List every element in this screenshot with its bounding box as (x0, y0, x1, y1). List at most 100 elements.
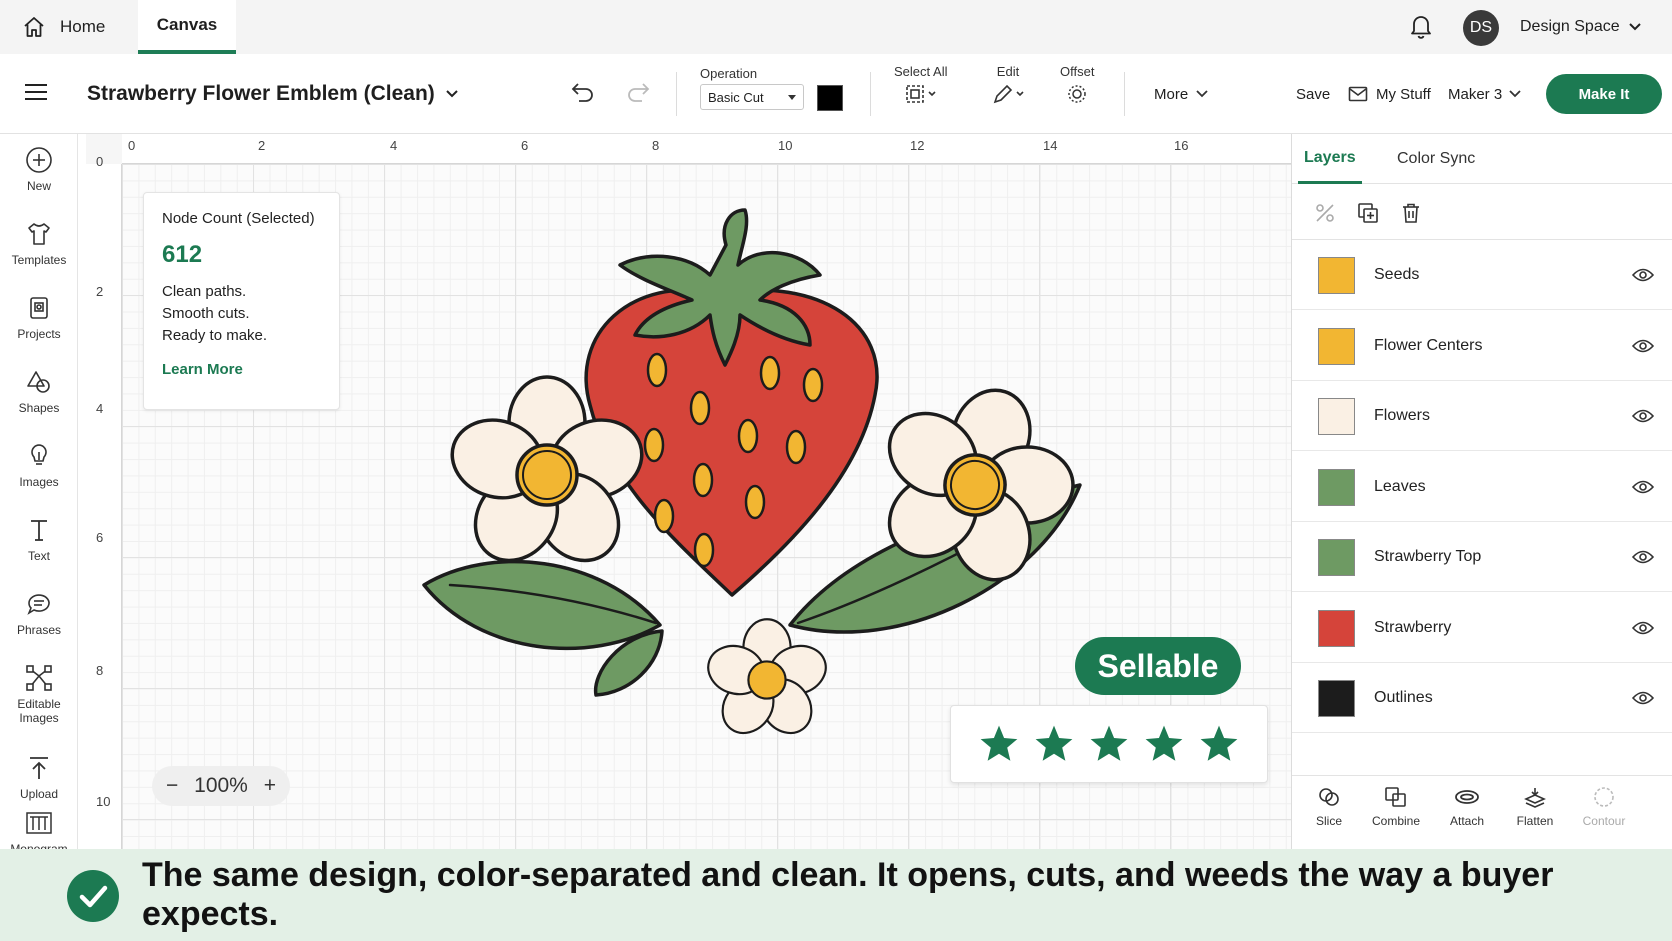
design-space-menu[interactable]: Design Space (1520, 0, 1642, 54)
rail-item-projects[interactable]: Projects (0, 294, 78, 341)
rail-label: Upload (19, 787, 59, 801)
rail-label: New (26, 179, 51, 193)
bell-icon[interactable] (1408, 12, 1434, 40)
rail-label: Images (19, 475, 59, 489)
layer-row[interactable]: Leaves (1292, 452, 1672, 522)
pen-icon (993, 84, 1024, 104)
combine-button[interactable]: Combine (1361, 786, 1431, 828)
rail-item-editable-images[interactable]: Editable Images (0, 664, 78, 725)
tab-color-sync[interactable]: Color Sync (1397, 134, 1475, 184)
redo-icon[interactable] (625, 80, 651, 104)
eye-icon[interactable] (1632, 690, 1654, 706)
avatar[interactable]: DS (1463, 10, 1499, 46)
layer-row[interactable]: Seeds (1292, 240, 1672, 310)
machine-select[interactable]: Maker 3 (1448, 54, 1521, 134)
rail-item-upload[interactable]: Upload (0, 754, 78, 801)
tab-home-label: Home (60, 17, 106, 36)
layer-color-swatch[interactable] (1318, 680, 1355, 717)
rail-item-new[interactable]: New (0, 146, 78, 193)
flatten-button[interactable]: Flatten (1500, 786, 1570, 828)
zoom-level: 100% (194, 774, 248, 797)
zoom-out-button[interactable]: − (166, 774, 178, 798)
tab-home[interactable]: Home (22, 0, 105, 54)
slice-button[interactable]: Slice (1294, 786, 1364, 828)
layer-color-swatch[interactable] (1318, 257, 1355, 294)
save-button[interactable]: Save (1296, 54, 1330, 134)
ungroup-icon[interactable] (1314, 202, 1336, 224)
undo-icon[interactable] (570, 80, 596, 104)
seed (693, 532, 715, 568)
node-count-title: Node Count (Selected) (162, 210, 315, 227)
rail-label: Phrases (16, 623, 62, 637)
lightbulb-icon (31, 444, 47, 465)
layer-name: Strawberry (1374, 618, 1452, 636)
offset-button[interactable]: Offset (1060, 64, 1094, 105)
rail-item-text[interactable]: Text (0, 516, 78, 563)
star-icon (1090, 725, 1128, 761)
layer-name: Seeds (1374, 266, 1420, 283)
layer-color-swatch[interactable] (1318, 398, 1355, 435)
layer-row[interactable]: Strawberry Top (1292, 522, 1672, 592)
ruler-label: 6 (96, 530, 104, 545)
offset-icon (1068, 85, 1086, 103)
project-title[interactable]: Strawberry Flower Emblem (Clean) (87, 54, 459, 134)
rail-item-shapes[interactable]: Shapes (0, 368, 78, 415)
chevron-down-icon (1628, 23, 1641, 31)
eye-icon[interactable] (1632, 479, 1654, 495)
select-all-button[interactable]: Select All (894, 64, 947, 105)
layer-row[interactable]: Strawberry (1292, 593, 1672, 663)
edit-label: Edit (996, 64, 1020, 79)
toolbar-divider (870, 72, 871, 116)
seed (759, 355, 781, 391)
ruler-label: 12 (910, 138, 925, 153)
rail-label: Editable Images (17, 697, 61, 725)
seed (646, 352, 668, 388)
layer-row[interactable]: Outlines (1292, 663, 1672, 733)
layer-color-swatch[interactable] (1318, 327, 1355, 365)
star-icon (1035, 725, 1073, 761)
layer-name: Strawberry Top (1374, 548, 1482, 565)
duplicate-icon[interactable] (1357, 202, 1379, 224)
ruler-top: 0 2 4 6 8 10 12 14 16 (122, 134, 1291, 164)
my-stuff-button[interactable]: My Stuff (1348, 54, 1431, 134)
rail-label: Text (27, 549, 50, 563)
ruler-label: 10 (778, 138, 793, 153)
rail-item-templates[interactable]: Templates (0, 220, 78, 267)
node-note: Smooth cuts. (162, 305, 250, 322)
eye-icon[interactable] (1632, 408, 1654, 424)
star-icon (1200, 725, 1238, 761)
learn-more-link[interactable]: Learn More (162, 361, 321, 378)
home-icon (24, 17, 44, 37)
tab-layers[interactable]: Layers (1298, 134, 1362, 184)
eye-icon[interactable] (1632, 338, 1654, 354)
zoom-in-button[interactable]: + (264, 774, 276, 798)
editable-images-icon (26, 665, 52, 691)
layer-row[interactable]: Flower Centers (1292, 311, 1672, 381)
ruler-label: 8 (96, 663, 104, 678)
eye-icon[interactable] (1632, 549, 1654, 565)
contour-button[interactable]: Contour (1569, 786, 1639, 828)
eye-icon[interactable] (1632, 267, 1654, 283)
seed (689, 390, 711, 426)
layer-color-swatch[interactable] (1318, 539, 1355, 576)
operation-color-swatch[interactable] (817, 85, 843, 111)
operation-select[interactable]: Basic Cut (700, 84, 804, 110)
rail-item-phrases[interactable]: Phrases (0, 590, 78, 637)
more-menu[interactable]: More (1154, 54, 1208, 134)
trash-icon[interactable] (1400, 202, 1422, 224)
flatten-label: Flatten (1516, 814, 1554, 828)
edit-button[interactable]: Edit (990, 64, 1026, 105)
ruler-label: 2 (96, 284, 104, 299)
strawberry-flower-artwork[interactable] (420, 205, 1160, 755)
eye-icon[interactable] (1632, 620, 1654, 636)
rail-item-images[interactable]: Images (0, 442, 78, 489)
shapes-icon (27, 371, 50, 393)
layer-color-swatch[interactable] (1318, 468, 1355, 506)
seed (785, 429, 807, 465)
attach-button[interactable]: Attach (1432, 786, 1502, 828)
make-it-button[interactable]: Make It (1546, 74, 1662, 114)
layer-color-swatch[interactable] (1318, 609, 1355, 647)
hamburger-menu-icon[interactable] (24, 82, 48, 102)
layer-row[interactable]: Flowers (1292, 381, 1672, 451)
tab-canvas[interactable]: Canvas (138, 0, 236, 54)
